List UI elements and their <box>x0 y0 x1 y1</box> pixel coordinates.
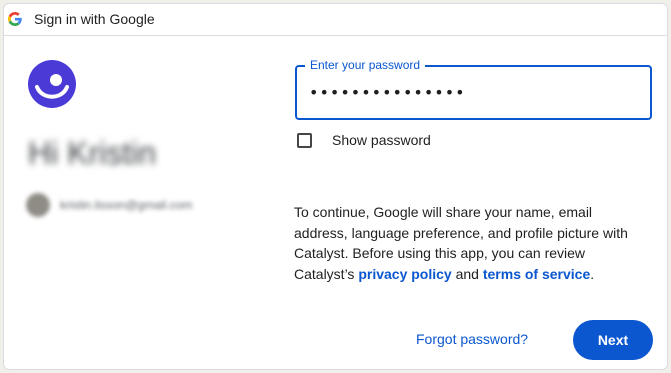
title-bar: Sign in with Google <box>4 4 667 36</box>
catalyst-logo-icon <box>28 60 76 108</box>
password-label: Enter your password <box>305 58 426 72</box>
google-g-icon <box>8 12 22 26</box>
consent-end: . <box>590 265 595 282</box>
account-chip[interactable]: kristin.lisson@gmail.com <box>26 192 192 218</box>
forgot-password-link[interactable]: Forgot password? <box>416 331 528 347</box>
avatar <box>26 193 50 217</box>
show-password-row[interactable]: Show password <box>297 132 431 148</box>
terms-of-service-link[interactable]: terms of service <box>483 266 590 282</box>
password-input[interactable] <box>309 79 629 105</box>
consent-text: To continue, Google will share your name… <box>294 202 649 284</box>
show-password-checkbox[interactable] <box>297 132 312 148</box>
consent-and: and <box>451 265 483 282</box>
greeting: Hi Kristin <box>28 135 157 171</box>
privacy-policy-link[interactable]: privacy policy <box>358 266 451 282</box>
password-field[interactable]: Enter your password <box>295 58 652 120</box>
account-email: kristin.lisson@gmail.com <box>60 198 193 212</box>
next-button[interactable]: Next <box>573 320 653 360</box>
show-password-label[interactable]: Show password <box>332 132 431 148</box>
signin-dialog: Sign in with Google Hi Kristin kristin.l… <box>3 3 668 370</box>
window-title: Sign in with Google <box>34 11 155 27</box>
